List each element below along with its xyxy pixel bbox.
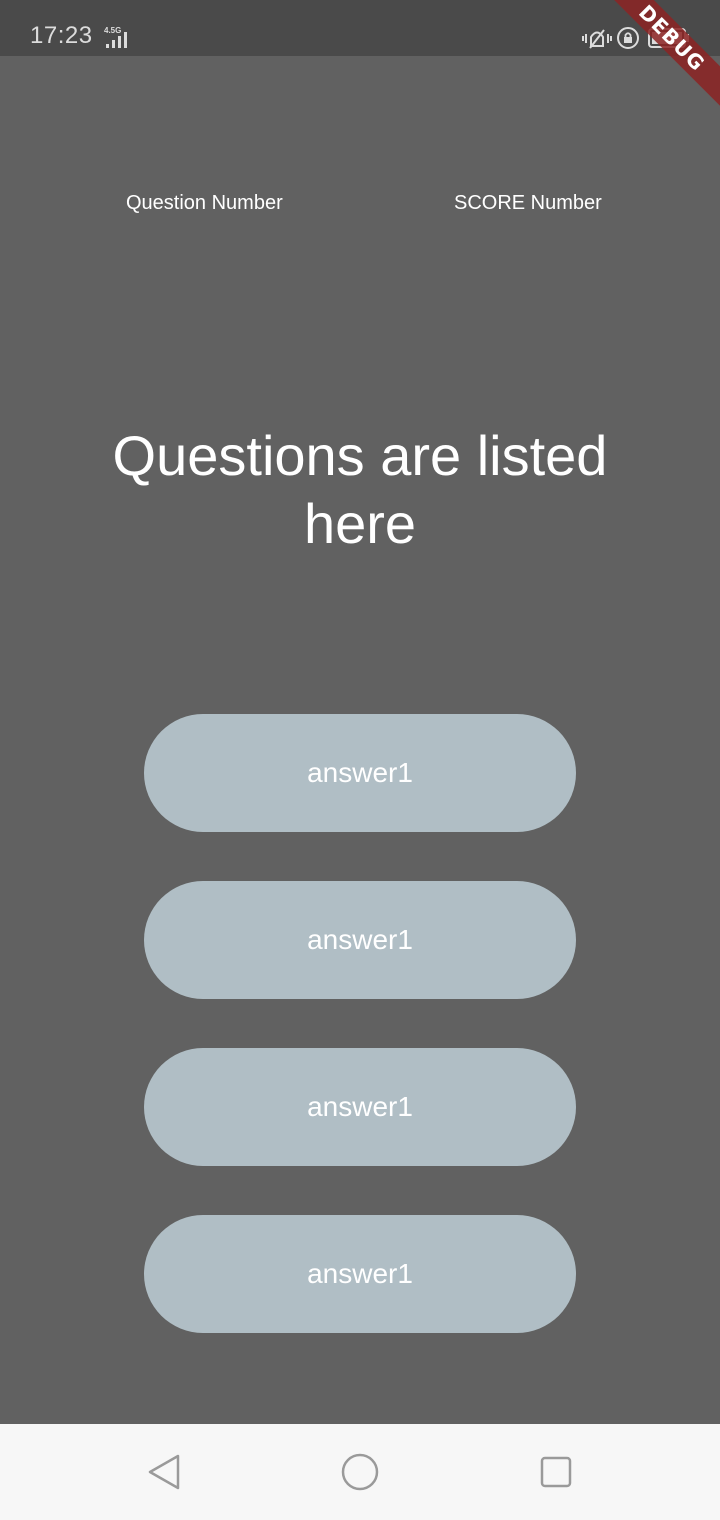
navigation-bar: [0, 1424, 720, 1520]
vibrate-icon: [582, 29, 612, 49]
question-number-label: Question Number: [126, 192, 283, 214]
status-time: 17:23: [30, 22, 93, 49]
app-screen: 17:23 4.5G DEBUG Question Number SCORE N…: [0, 0, 720, 1520]
answer-button-2[interactable]: answer1: [144, 881, 576, 999]
answer-button-1[interactable]: answer1: [144, 714, 576, 832]
score-number-label: SCORE Number: [454, 192, 602, 214]
question-text: Questions are listed here: [112, 424, 608, 555]
recents-icon[interactable]: [536, 1452, 576, 1492]
answer-button-3[interactable]: answer1: [144, 1048, 576, 1166]
rotation-lock-icon: [617, 27, 639, 49]
answer-button-4[interactable]: answer1: [144, 1215, 576, 1333]
back-icon[interactable]: [144, 1452, 184, 1492]
home-icon[interactable]: [340, 1452, 380, 1492]
status-bar: 17:23 4.5G: [0, 0, 720, 56]
signal-icon: [106, 32, 127, 48]
